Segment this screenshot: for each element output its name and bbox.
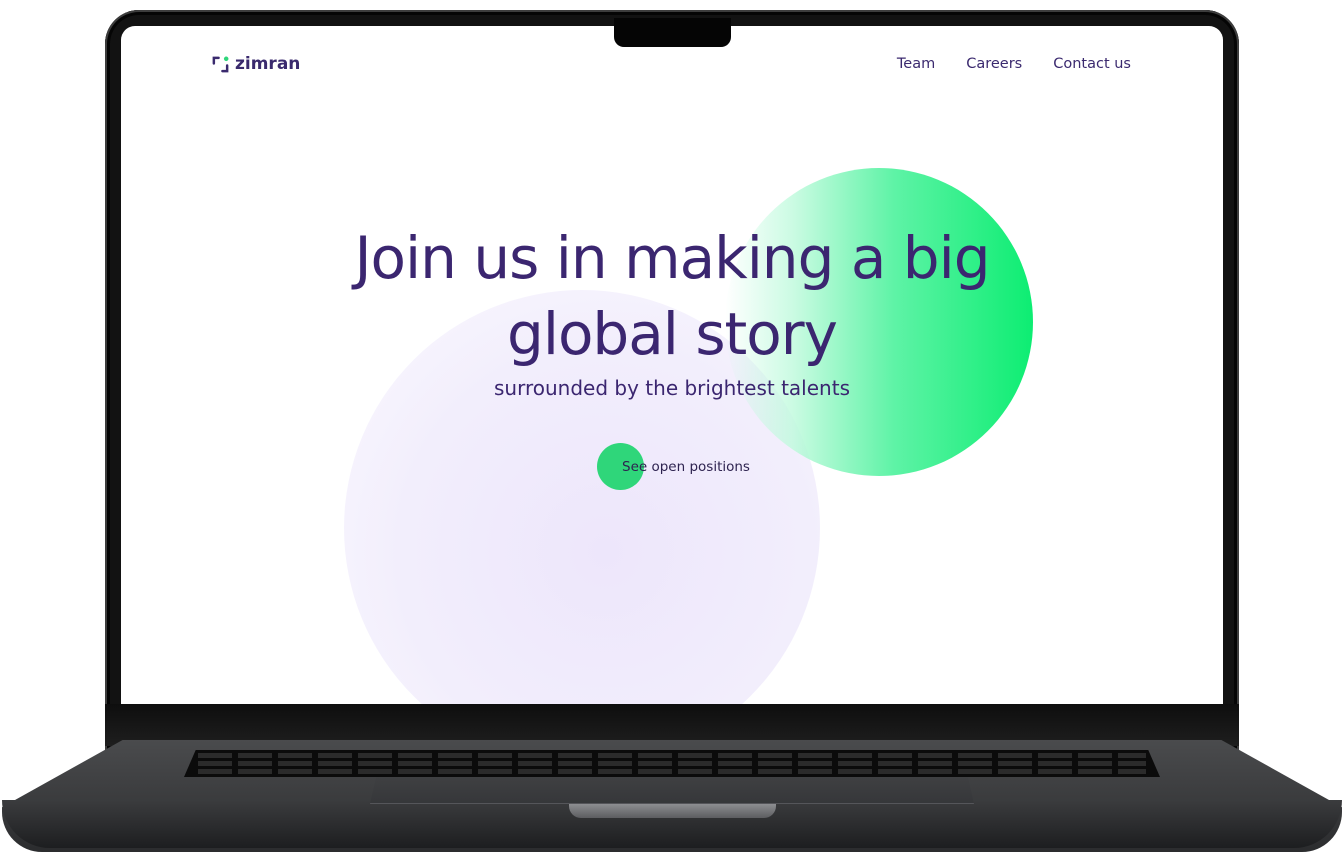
see-open-positions-button[interactable]: See open positions: [597, 443, 750, 491]
logo-text: zimran: [235, 54, 301, 74]
hero-subtitle: surrounded by the brightest talents: [494, 376, 850, 400]
nav-link-careers[interactable]: Careers: [966, 56, 1022, 72]
cta-label: See open positions: [622, 459, 750, 475]
camera-notch: [614, 18, 731, 47]
hero-title-line-2: global story: [507, 300, 838, 368]
site-logo[interactable]: zimran: [211, 53, 300, 75]
laptop-keyboard: [184, 750, 1160, 777]
main-nav: Team Careers Contact us: [897, 56, 1131, 72]
laptop-hinge: [105, 704, 1239, 746]
nav-link-team[interactable]: Team: [897, 56, 935, 72]
hero-title: Join us in making a big global story: [271, 220, 1073, 372]
hero-title-line-1: Join us in making a big: [354, 224, 990, 292]
laptop-touchpad: [370, 777, 974, 804]
nav-link-contact-us[interactable]: Contact us: [1053, 56, 1131, 72]
laptop-opening-notch: [569, 804, 776, 818]
zimran-bracket-icon: [212, 56, 229, 72]
website-screen: zimran Team Careers Contact us Join us i…: [121, 26, 1223, 704]
